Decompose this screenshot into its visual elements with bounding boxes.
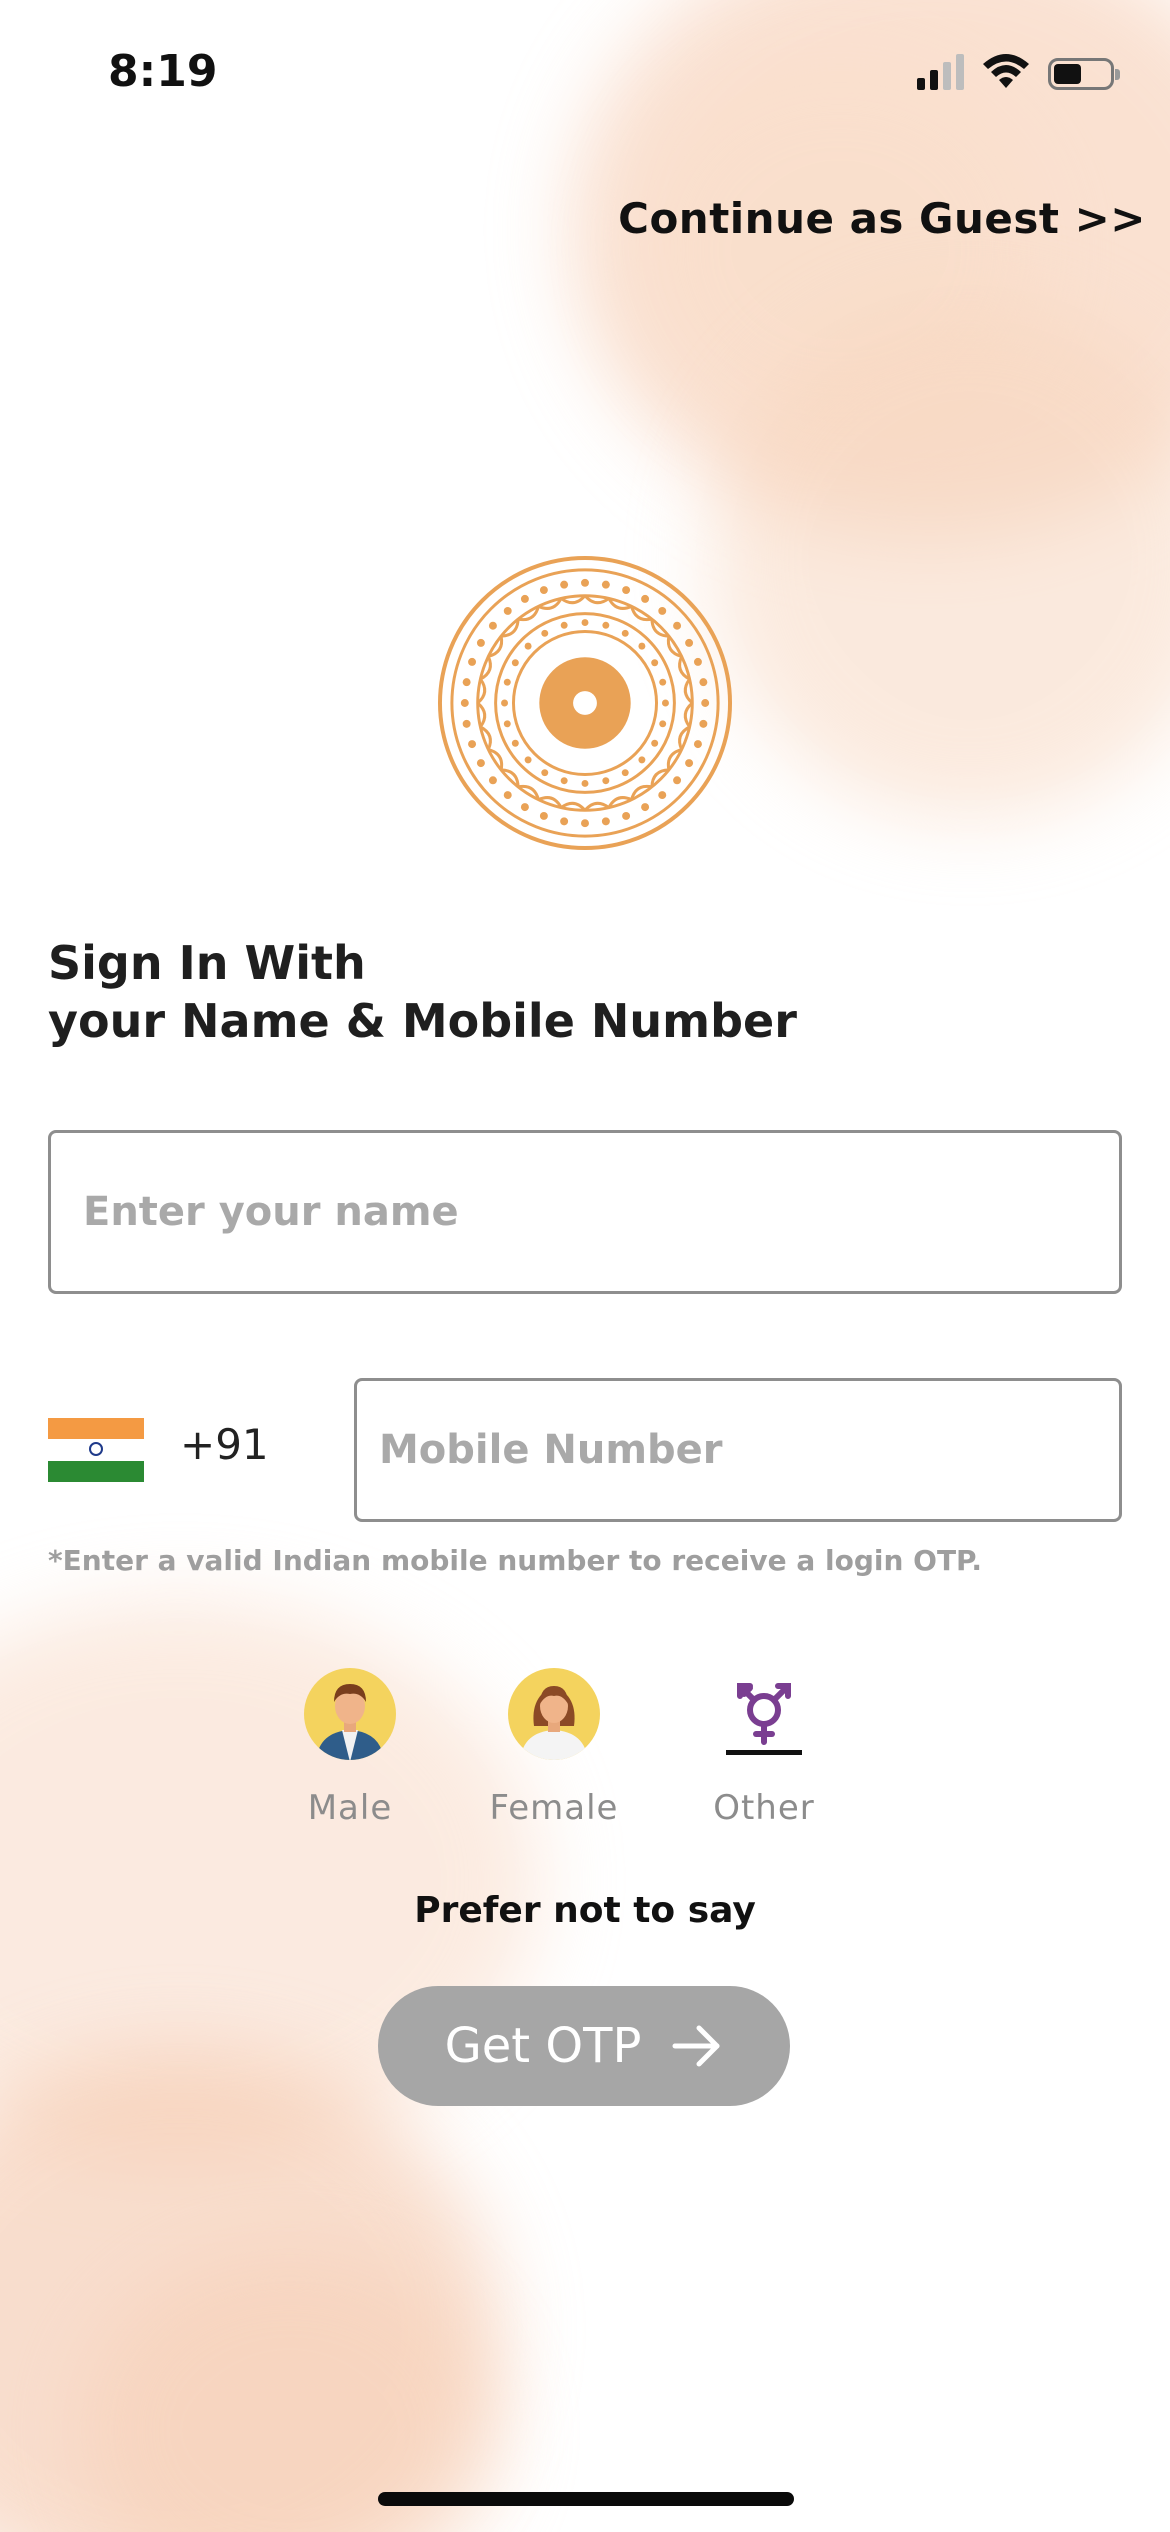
watercolor-wash [0, 2050, 500, 2532]
continue-as-guest-link[interactable]: Continue as Guest >> [618, 194, 1146, 243]
gender-option-male[interactable]: Male [270, 1666, 430, 1828]
wifi-icon [983, 54, 1029, 88]
gender-label-other: Other [713, 1788, 815, 1828]
name-input[interactable] [51, 1133, 1119, 1291]
get-otp-label: Get OTP [444, 2018, 642, 2074]
status-time: 8:19 [108, 46, 218, 97]
login-screen: 8:19 Continue as Guest >> Sign In With y… [0, 0, 1170, 2532]
mandala-logo [437, 555, 733, 851]
watercolor-wash [710, 300, 1170, 820]
watercolor-wash [630, 60, 1050, 440]
mobile-hint-text: *Enter a valid Indian mobile number to r… [48, 1544, 983, 1577]
watercolor-wash [80, 2250, 500, 2532]
home-indicator [378, 2492, 794, 2506]
india-flag-icon[interactable] [48, 1418, 144, 1482]
heading-line-1: Sign In With [48, 936, 366, 990]
sign-in-heading: Sign In With your Name & Mobile Number [48, 934, 797, 1050]
transgender-symbol-icon [726, 1683, 802, 1755]
mobile-number-field[interactable] [354, 1378, 1122, 1522]
get-otp-button[interactable]: Get OTP [378, 1986, 790, 2106]
gender-label-female: Female [489, 1788, 619, 1828]
gender-label-male: Male [307, 1788, 393, 1828]
prefer-not-to-say-option[interactable]: Prefer not to say [0, 1890, 1170, 1931]
mobile-number-input[interactable] [357, 1381, 1119, 1519]
battery-icon [1048, 58, 1120, 90]
country-code[interactable]: +91 [180, 1420, 269, 1469]
female-avatar-icon [508, 1668, 600, 1760]
name-field[interactable] [48, 1130, 1122, 1294]
male-avatar-icon [304, 1668, 396, 1760]
status-icons [917, 52, 1120, 90]
heading-line-2: your Name & Mobile Number [48, 994, 797, 1048]
cellular-signal-icon [917, 52, 964, 90]
gender-option-female[interactable]: Female [474, 1666, 634, 1828]
gender-option-other[interactable]: Other [684, 1666, 844, 1828]
arrow-right-icon [672, 2025, 720, 2067]
